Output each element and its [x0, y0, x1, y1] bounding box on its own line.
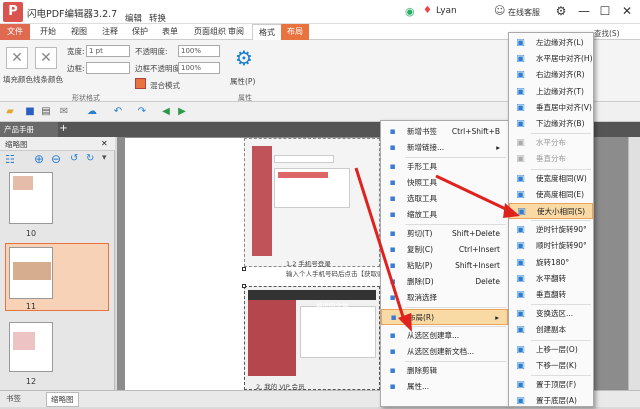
annotation-arrows: [354, 167, 520, 332]
arrow-to-same-size: [435, 174, 513, 214]
arrow-head-1: [398, 313, 412, 332]
arrow-head-2: [503, 203, 520, 218]
arrow-to-layout: [354, 167, 406, 321]
